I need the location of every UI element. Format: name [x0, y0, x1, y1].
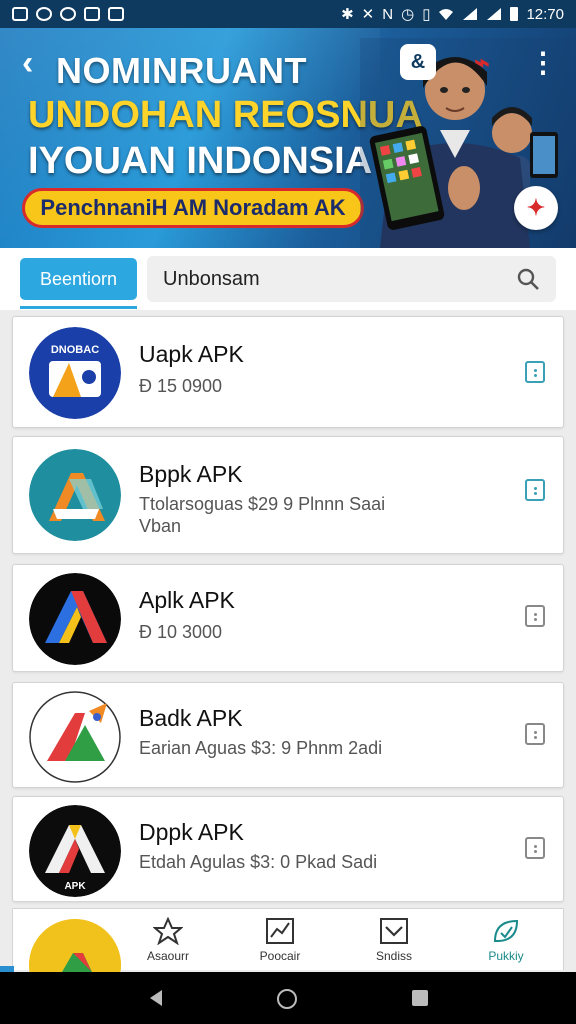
app-logo-icon: [29, 573, 121, 665]
app-action-icon[interactable]: [525, 837, 545, 859]
alarm-icon: ◷: [401, 6, 415, 23]
nav-label: Asaourr: [146, 949, 190, 963]
status-bar: ✱ ✕ N ◷ ▯ 12:70: [0, 0, 576, 28]
nav-charts[interactable]: Poocair: [235, 917, 325, 963]
clock: 12:70: [526, 5, 564, 23]
list-item[interactable]: DNOBAC Uapk APK Đ 15 0900: [12, 316, 564, 428]
search-icon[interactable]: [516, 267, 540, 291]
mute-icon: ✕: [361, 6, 375, 23]
signal-icon: [463, 8, 478, 20]
list-item[interactable]: APK Dppk APK Etdah Agulas $3: 0 Pkad Sad…: [12, 796, 564, 902]
nav-label: Pukkiy: [488, 949, 524, 963]
list-item[interactable]: Badk APK Earian Aguas $3: 9 Phnm 2adi: [12, 682, 564, 788]
nav-favorites[interactable]: Asaourr: [123, 917, 213, 963]
bottom-nav: Asaourr Poocair Sndiss Pukkiy: [12, 908, 564, 1011]
app-logo-icon: [29, 449, 121, 541]
app-action-icon[interactable]: [525, 723, 545, 745]
app-title: Uapk APK: [139, 341, 244, 367]
search-value[interactable]: Unbonsam: [163, 268, 516, 291]
app-title: Aplk APK: [139, 587, 235, 613]
app-logo-icon: [29, 691, 121, 783]
tab-active[interactable]: Beentiorn: [20, 258, 137, 300]
bluetooth-icon: ✱: [341, 6, 354, 23]
banner-cta-pill[interactable]: PenchnaniH AM Noradam AK: [22, 188, 364, 228]
app-logo-icon: APK: [29, 805, 121, 897]
logo-button[interactable]: ⌁: [464, 44, 500, 80]
share-button[interactable]: &: [400, 44, 436, 80]
nav-downloads[interactable]: Sndiss: [349, 917, 439, 963]
recents-nav-icon[interactable]: [410, 988, 430, 1008]
home-nav-icon[interactable]: [276, 988, 298, 1010]
back-icon[interactable]: ‹: [22, 46, 33, 80]
chart-icon: [266, 918, 294, 944]
status-right: ✱ ✕ N ◷ ▯ 12:70: [341, 5, 564, 24]
app-title: Badk APK: [139, 705, 243, 731]
back-nav-icon[interactable]: [146, 988, 166, 1008]
app-action-icon[interactable]: [525, 361, 545, 383]
nav-label: Sndiss: [375, 949, 413, 963]
nav-label: Poocair: [259, 949, 301, 963]
more-menu-icon[interactable]: ⋮: [528, 44, 558, 80]
nav-profile[interactable]: Pukkiy: [461, 917, 551, 963]
wifi-icon: [439, 9, 454, 20]
app-subtitle: Đ 15 0900: [139, 376, 223, 396]
download-box-icon: [380, 918, 408, 944]
app-action-icon[interactable]: [525, 605, 545, 627]
brand-badge-icon[interactable]: ✦: [514, 186, 558, 230]
download-notification-icon: [108, 7, 124, 21]
tab-indicator: [20, 306, 137, 309]
tab-search-bar: Beentiorn Unbonsam: [0, 248, 576, 310]
app-logo-text: DNOBAC: [51, 344, 99, 356]
chat-notification-icon: [60, 7, 76, 21]
app-action-icon[interactable]: [525, 479, 545, 501]
signal-icon-2: [487, 8, 502, 20]
star-icon: [153, 917, 183, 945]
app-logo-text: APK: [64, 881, 86, 892]
nfc-icon: N: [382, 5, 394, 23]
app-logo-icon: DNOBAC: [29, 327, 121, 419]
app-subtitle: Ttolarsoguas $29 9 Plnnn Saai Vban: [139, 494, 386, 536]
list-item[interactable]: Aplk APK Đ 10 3000: [12, 564, 564, 672]
list-item[interactable]: Bppk APK Ttolarsoguas $29 9 Plnnn Saai V…: [12, 436, 564, 554]
banner-subheadline: IYOUAN INDONSIA: [28, 140, 373, 182]
app-title: Dppk APK: [139, 819, 244, 845]
system-nav-bar: [0, 972, 576, 1024]
image-notification-icon: [84, 7, 100, 21]
app-subtitle: Etdah Agulas $3: 0 Pkad Sadi: [139, 852, 378, 872]
search-input[interactable]: Unbonsam: [147, 256, 556, 302]
app-subtitle: Earian Aguas $3: 9 Phnm 2adi: [139, 738, 383, 758]
status-left: [12, 7, 124, 21]
hero-banner[interactable]: ‹ NOMINRUANT UNDOHAN REOSNUA IYOUAN INDO…: [0, 28, 576, 248]
app-title: Bppk APK: [139, 461, 243, 487]
app-notification-icon: [12, 7, 28, 21]
vibrate-icon: ▯: [422, 6, 431, 23]
notification-icon: [36, 7, 52, 21]
banner-title: NOMINRUANT: [56, 50, 307, 91]
leaf-check-icon: [493, 919, 519, 942]
battery-icon: [510, 7, 519, 21]
app-subtitle: Đ 10 3000: [139, 622, 223, 642]
